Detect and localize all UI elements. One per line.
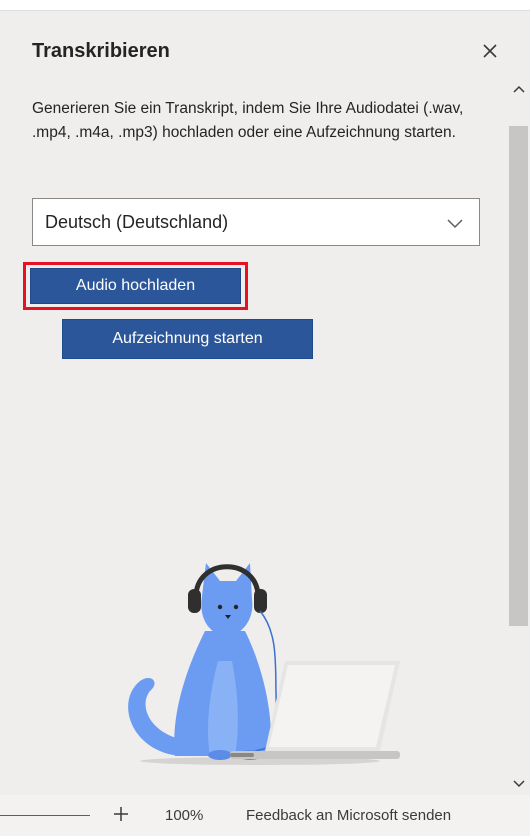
cat-with-headphones-illustration [128, 563, 400, 765]
zoom-slider[interactable] [0, 815, 90, 816]
scroll-up-button[interactable] [507, 78, 530, 100]
status-bar: 100% Feedback an Microsoft senden [0, 795, 530, 836]
start-recording-button[interactable]: Aufzeichnung starten [62, 319, 313, 359]
close-icon [483, 44, 497, 58]
zoom-level[interactable]: 100% [165, 807, 203, 824]
window-top-strip [0, 0, 530, 11]
chevron-down-icon [447, 219, 463, 229]
pane-scrollbar[interactable] [507, 78, 530, 795]
upload-audio-button[interactable]: Audio hochladen [30, 268, 241, 304]
scroll-thumb[interactable] [509, 126, 528, 626]
zoom-in-button[interactable] [110, 803, 132, 825]
transcribe-pane: Transkribieren Generieren Sie ein Transk… [0, 11, 530, 795]
language-dropdown[interactable]: Deutsch (Deutschland) [32, 198, 480, 246]
close-button[interactable] [478, 39, 502, 63]
scroll-down-button[interactable] [507, 773, 530, 795]
pane-description: Generieren Sie ein Transkript, indem Sie… [32, 100, 464, 141]
feedback-link[interactable]: Feedback an Microsoft senden [246, 807, 451, 824]
pane-title: Transkribieren [32, 40, 170, 62]
language-dropdown-value: Deutsch (Deutschland) [45, 211, 229, 232]
chevron-down-icon [512, 780, 525, 788]
chevron-up-icon [512, 85, 525, 93]
